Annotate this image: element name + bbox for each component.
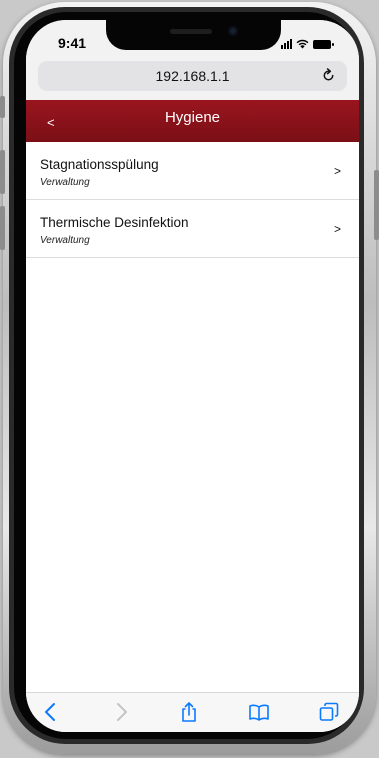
list-item-subtitle: Verwaltung xyxy=(40,235,90,246)
page-title: Hygiene xyxy=(164,109,221,126)
phone-power-button xyxy=(374,170,379,240)
speaker-grill xyxy=(170,29,212,34)
list-item-subtitle: Verwaltung xyxy=(40,177,90,188)
list-item-thermische-desinfektion[interactable]: Thermische Desinfektion Verwaltung > xyxy=(26,200,359,258)
phone-volume-down-button xyxy=(0,206,5,250)
share-icon[interactable] xyxy=(178,701,200,723)
list-item-stagnationsspuelung[interactable]: Stagnationsspülung Verwaltung > xyxy=(26,142,359,200)
status-time: 9:41 xyxy=(58,35,87,51)
forward-icon[interactable] xyxy=(110,701,132,723)
chevron-right-icon: > xyxy=(333,222,341,236)
bookmarks-icon[interactable] xyxy=(248,701,270,723)
phone-screen: 9:41 192.168.1.1 < Hygiene Stagnationssp… xyxy=(26,20,359,732)
browser-toolbar xyxy=(26,692,359,732)
url-text[interactable]: 192.168.1.1 xyxy=(38,68,347,84)
back-icon[interactable] xyxy=(40,701,62,723)
chevron-right-icon: > xyxy=(333,164,341,178)
address-bar-area: 192.168.1.1 xyxy=(26,58,359,100)
phone-side-button xyxy=(0,96,5,118)
menu-list: Stagnationsspülung Verwaltung > Thermisc… xyxy=(26,142,359,258)
signal-icon xyxy=(281,39,292,49)
battery-icon xyxy=(313,40,334,49)
page-header: < Hygiene xyxy=(26,100,359,142)
notch xyxy=(106,20,281,50)
address-bar[interactable]: 192.168.1.1 xyxy=(38,61,347,91)
wifi-icon xyxy=(296,39,309,49)
list-item-title: Thermische Desinfektion xyxy=(40,215,189,230)
front-camera xyxy=(228,26,238,36)
reload-icon[interactable] xyxy=(321,68,336,83)
status-icons xyxy=(281,37,334,49)
list-item-title: Stagnationsspülung xyxy=(40,157,159,172)
tabs-icon[interactable] xyxy=(318,701,340,723)
phone-volume-up-button xyxy=(0,150,5,194)
